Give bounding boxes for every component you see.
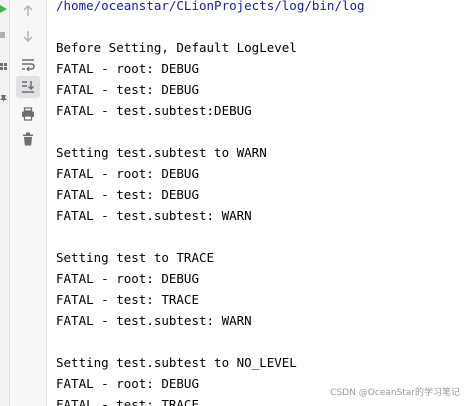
run-icon[interactable] — [0, 4, 8, 14]
console-line: Setting test.subtest to NO_LEVEL — [56, 355, 297, 370]
watermark: CSDN @OceanStar的学习笔记 — [330, 388, 460, 398]
console-line: FATAL - test: DEBUG — [56, 82, 199, 97]
stop-icon[interactable] — [0, 30, 8, 40]
console-line: FATAL - test.subtest:DEBUG — [56, 103, 252, 118]
soft-wrap-icon — [22, 59, 35, 71]
console-output[interactable]: /home/oceanstar/CLionProjects/log/bin/lo… — [47, 0, 474, 406]
console-line: FATAL - root: DEBUG — [56, 376, 199, 391]
scroll-to-end-button[interactable] — [16, 76, 40, 98]
run-gutter — [0, 0, 10, 406]
scroll-down-icon — [23, 31, 33, 43]
scroll-up-button[interactable] — [16, 0, 40, 22]
scroll-up-icon — [23, 4, 33, 16]
console-line: FATAL - test.subtest: WARN — [56, 313, 252, 328]
console-line: FATAL - test: TRACE — [56, 397, 199, 406]
trash-icon — [23, 132, 33, 146]
console-toolbar — [10, 0, 47, 406]
scroll-to-end-icon — [22, 81, 34, 93]
console-line: FATAL - test: DEBUG — [56, 187, 199, 202]
soft-wrap-button[interactable] — [16, 53, 40, 75]
pin-icon[interactable] — [0, 94, 8, 104]
console-line: FATAL - root: DEBUG — [56, 271, 199, 286]
print-icon — [22, 107, 34, 121]
console-line: FATAL - root: DEBUG — [56, 61, 199, 76]
console-line: Before Setting, Default LogLevel — [56, 40, 297, 55]
console-line: Setting test.subtest to WARN — [56, 145, 267, 160]
console-line: FATAL - test: TRACE — [56, 292, 199, 307]
run-console-window: /home/oceanstar/CLionProjects/log/bin/lo… — [0, 0, 474, 406]
scroll-down-button[interactable] — [16, 25, 40, 47]
console-line-command-path: /home/oceanstar/CLionProjects/log/bin/lo… — [56, 0, 365, 13]
print-button[interactable] — [16, 103, 40, 125]
console-line: Setting test to TRACE — [56, 250, 215, 265]
clear-all-button[interactable] — [16, 128, 40, 150]
console-line: FATAL - root: DEBUG — [56, 166, 199, 181]
console-line: FATAL - test.subtest: WARN — [56, 208, 252, 223]
layout-icon[interactable] — [0, 62, 8, 72]
